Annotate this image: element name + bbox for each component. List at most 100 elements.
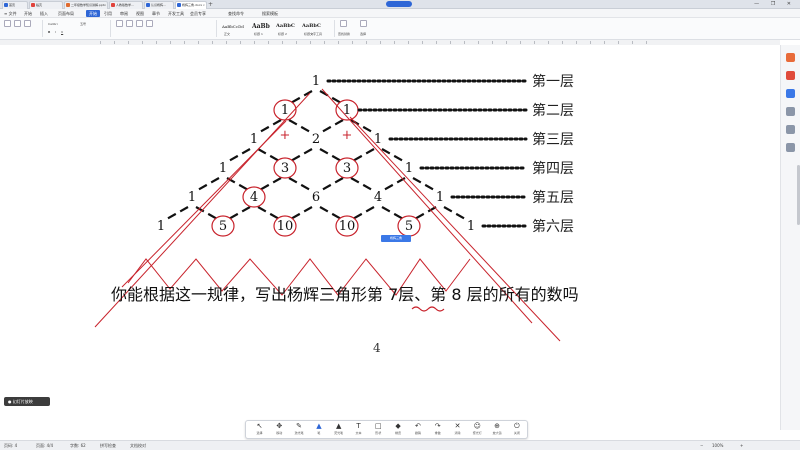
row-label: 第三层: [532, 131, 574, 148]
tool-label: 关闭: [513, 431, 520, 435]
tool-label: 笔: [317, 431, 321, 435]
new-tab-button[interactable]: +: [208, 1, 213, 8]
pen-tool-13[interactable]: ⏻ 关闭: [507, 422, 526, 439]
triangle-number: 10: [339, 219, 356, 234]
bullet-list-button[interactable]: [116, 20, 123, 27]
triangle-number: 1: [405, 161, 413, 176]
tab-document-1[interactable]: 认识杨辉…: [144, 1, 174, 9]
row-label: 第一层: [532, 73, 574, 90]
row-label: 第五层: [532, 189, 574, 206]
sidebar-icon-2[interactable]: [786, 71, 795, 80]
menu-start[interactable]: 开始: [24, 10, 32, 17]
tool-label: 激光笔: [294, 431, 304, 435]
select-button[interactable]: 选择: [360, 32, 366, 36]
select-icon[interactable]: [360, 20, 367, 27]
pen-tool-3[interactable]: ▲ 笔: [309, 422, 328, 439]
window-controls[interactable]: — ❐ ✕: [754, 0, 796, 9]
pen-tool-12[interactable]: ⊕ 放大镜: [488, 422, 507, 439]
tab-label: 认识杨辉…: [151, 3, 167, 7]
connector-line: [443, 206, 468, 221]
find-replace-button[interactable]: 查找替换: [338, 32, 350, 36]
zoom-level[interactable]: 100%: [712, 443, 723, 449]
pen-tool-4[interactable]: ▲ 荧光笔: [329, 422, 348, 439]
separator: [334, 20, 335, 37]
number-list-button[interactable]: [126, 20, 133, 27]
style-heading-2[interactable]: AaBbC: [276, 23, 295, 30]
tool-icon: ☺: [473, 422, 481, 430]
tab-presentation-2[interactable]: 人教版数学…: [109, 1, 143, 9]
ink-selection-label[interactable]: 杨辉三角: [381, 235, 411, 242]
tool-label: 文本: [355, 431, 362, 435]
connector-line: [257, 119, 282, 134]
menu-search-template[interactable]: 搜索模板: [262, 10, 278, 17]
cut-button[interactable]: [14, 20, 21, 27]
pen-tool-10[interactable]: ✕ 清除: [448, 422, 467, 439]
sidebar-icon-3[interactable]: [786, 89, 795, 98]
pen-tool-8[interactable]: ↶ 撤销: [408, 422, 427, 439]
tab-document-active[interactable]: 杨辉三角.docx ×: [175, 1, 207, 9]
menu-find-command[interactable]: 查找命令: [228, 10, 244, 17]
sidebar-icon-5[interactable]: [786, 125, 795, 134]
menu-reference[interactable]: 引用: [104, 10, 112, 17]
sidebar-icon-1[interactable]: [786, 53, 795, 62]
paste-button[interactable]: [4, 20, 11, 27]
tab-label: 人教版数学…: [116, 3, 135, 7]
pen-tool-2[interactable]: ✎ 激光笔: [290, 422, 309, 439]
slideshow-pill[interactable]: ● 幻灯片放映: [4, 397, 50, 406]
font-name-select[interactable]: Calibri: [48, 22, 58, 26]
plus-sign: +: [280, 128, 291, 143]
find-icon[interactable]: [340, 20, 347, 27]
menu-chapter[interactable]: 章节: [152, 10, 160, 17]
pen-tool-1[interactable]: ✥ 移动: [270, 422, 289, 439]
zoom-out-icon[interactable]: −: [700, 443, 703, 449]
menu-member[interactable]: 会员专享: [190, 10, 206, 17]
tab-docer[interactable]: 稻壳: [29, 1, 63, 9]
connector-line: [350, 177, 375, 192]
sidebar-icon-4[interactable]: [786, 107, 795, 116]
document-page[interactable]: + + 1 1 1 1 2 1 1 3 3 1 1 4 6 4 1 1 5 10 10 5 1 第一层 第二层 第三层 第四层第…: [0, 45, 780, 418]
red-underline: [411, 306, 445, 312]
style-heading-1[interactable]: AaBb: [252, 23, 270, 30]
italic-button[interactable]: I: [55, 30, 56, 34]
tab-home[interactable]: 首页: [2, 1, 28, 9]
underline-button[interactable]: U: [61, 30, 63, 34]
status-spellcheck[interactable]: 拼写检查: [100, 443, 116, 449]
triangle-number: 3: [343, 161, 351, 176]
menu-developer[interactable]: 开发工具: [168, 10, 184, 17]
bold-button[interactable]: B: [48, 30, 50, 34]
style-normal[interactable]: AaBbCcDd: [222, 23, 244, 30]
menu-insert[interactable]: 插入: [40, 10, 48, 17]
format-painter-button[interactable]: [24, 20, 31, 27]
menu-home-active[interactable]: 开始: [86, 10, 100, 17]
menu-view[interactable]: 视图: [136, 10, 144, 17]
menu-review[interactable]: 审阅: [120, 10, 128, 17]
row-label: 第六层: [532, 218, 574, 235]
pen-tool-11[interactable]: ☺ 聚光灯: [468, 422, 487, 439]
status-proofread[interactable]: 文档校对: [130, 443, 146, 449]
menu-file[interactable]: ≡ 文件: [4, 10, 17, 17]
pen-tool-5[interactable]: T 文本: [349, 422, 368, 439]
indent-button[interactable]: [136, 20, 143, 27]
zoom-in-icon[interactable]: +: [740, 443, 743, 449]
style-heading-3[interactable]: AaBbC: [302, 23, 321, 30]
sidebar-icon-6[interactable]: [786, 143, 795, 152]
pen-tool-7[interactable]: ◆ 橡皮: [389, 422, 408, 439]
pen-tool-0[interactable]: ↖ 选择: [250, 422, 269, 439]
close-tab-icon[interactable]: ×: [202, 2, 205, 9]
tab-label: 二年级数学知识讲解.pptx: [71, 3, 106, 7]
menu-page-layout[interactable]: 页面布局: [58, 10, 74, 17]
font-size-select[interactable]: 五号: [80, 22, 86, 26]
connector-line: [226, 148, 251, 163]
triangle-number: 2: [312, 132, 320, 147]
doc-icon: [177, 3, 181, 7]
ribbon-toolbar: Calibri 五号 B I U AaBbCcDd AaBb AaBbC AaB…: [0, 18, 800, 40]
connector-line: [164, 206, 189, 221]
pen-tool-6[interactable]: □ 形状: [369, 422, 388, 439]
triangle-number: 1: [374, 132, 382, 147]
align-button[interactable]: [146, 20, 153, 27]
pen-tool-9[interactable]: ↷ 重做: [428, 422, 447, 439]
tool-icon: ✕: [454, 422, 461, 430]
tab-presentation-1[interactable]: 二年级数学知识讲解.pptx: [64, 1, 108, 9]
account-badge[interactable]: [386, 1, 412, 7]
text-tools-button[interactable]: 文字工具: [310, 32, 322, 36]
